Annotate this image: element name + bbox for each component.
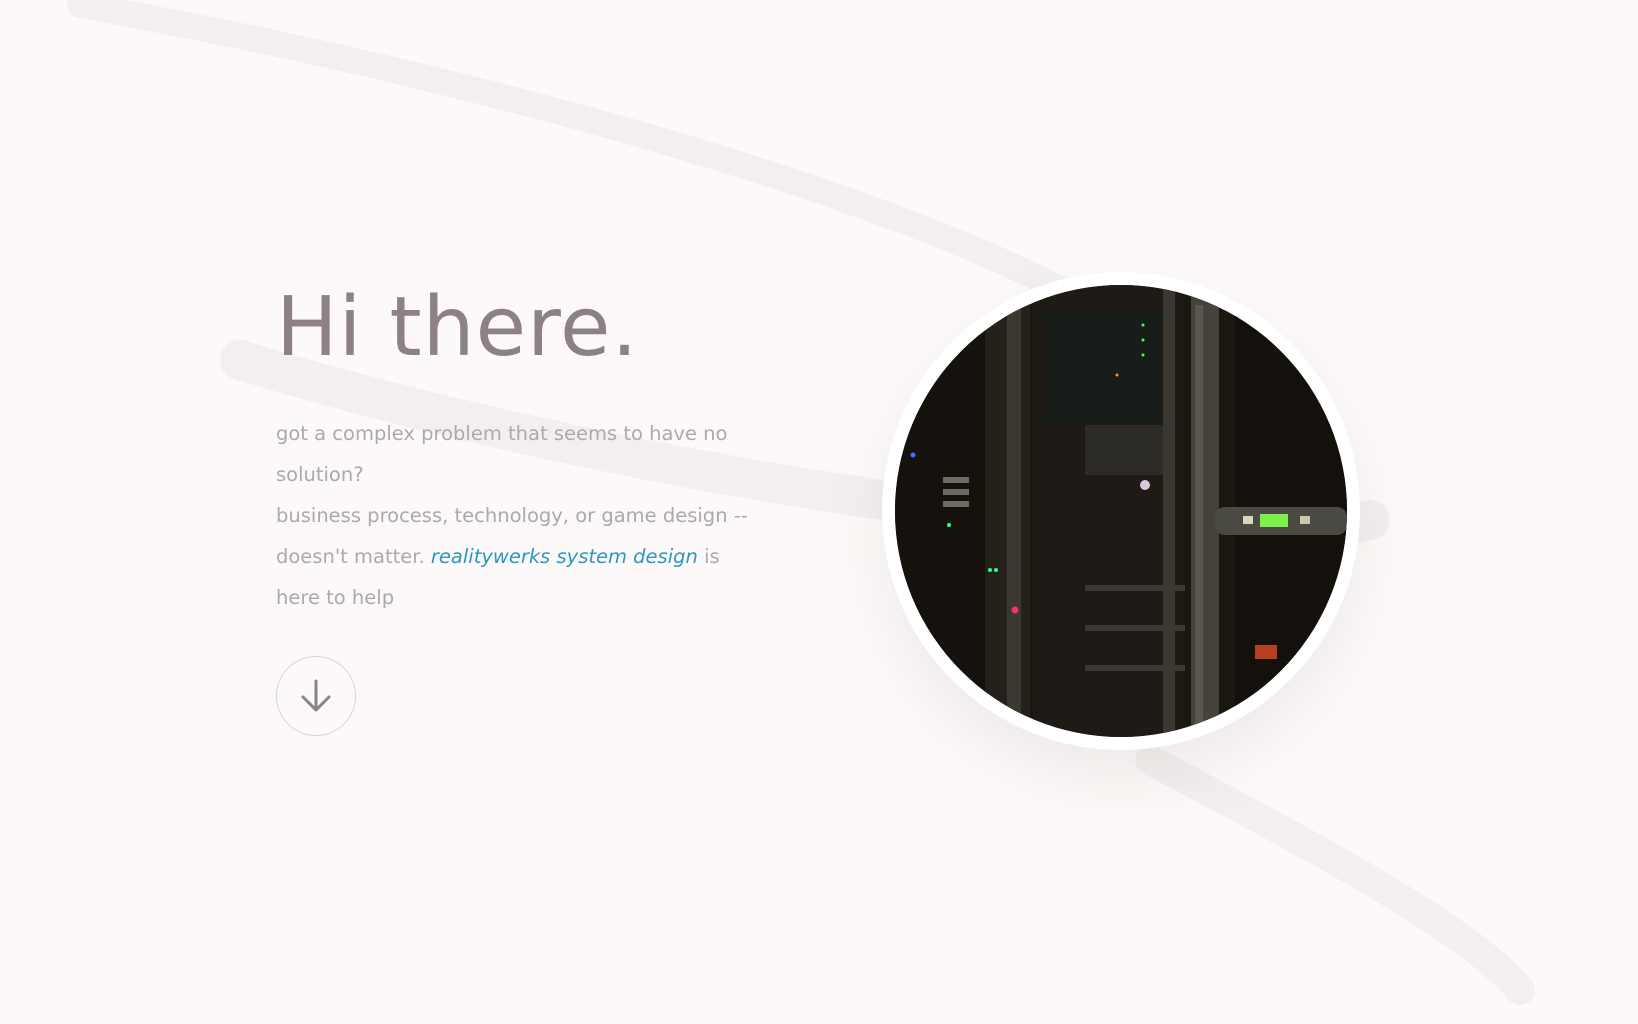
scroll-down-button[interactable]: [276, 656, 356, 736]
arrow-down-icon: [301, 679, 331, 712]
hero-section: Hi there. got a complex problem that see…: [276, 270, 766, 618]
page-title: Hi there.: [276, 280, 639, 375]
photo-frame: [882, 272, 1360, 750]
brand-link[interactable]: realitywerks system design: [431, 545, 698, 568]
intro-line-2: business process, technology, or game de…: [276, 495, 766, 618]
intro-line-1: got a complex problem that seems to have…: [276, 422, 728, 486]
server-rack-photo: [895, 285, 1347, 737]
background-swoosh: [67, 0, 1535, 1005]
intro-text: got a complex problem that seems to have…: [276, 413, 766, 618]
